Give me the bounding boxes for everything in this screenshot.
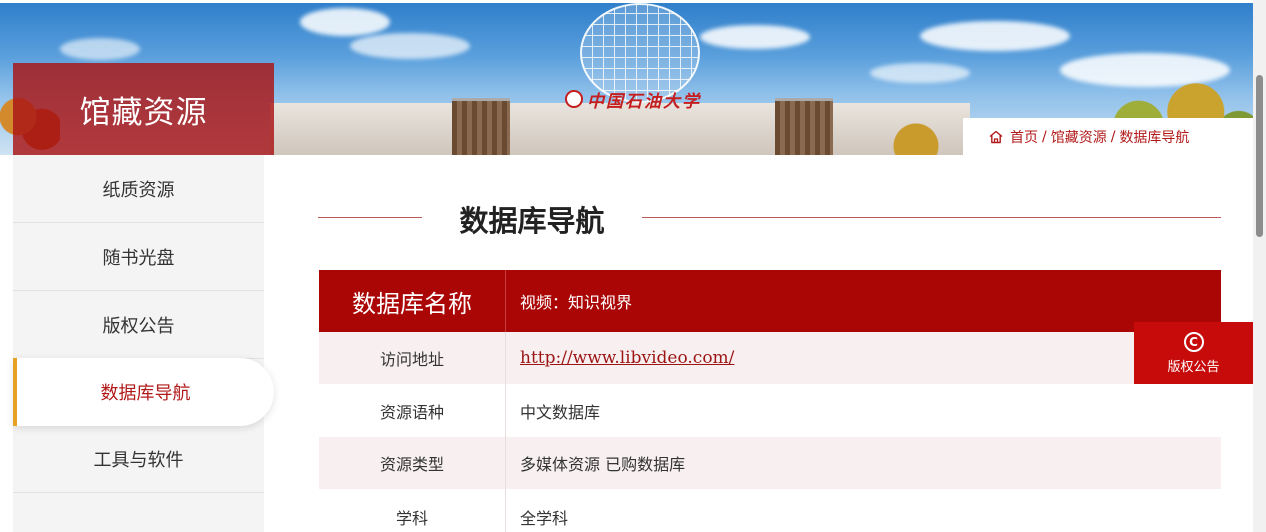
cloud-decoration <box>60 38 140 60</box>
resource-language-label: 资源语种 <box>319 384 506 437</box>
scrollbar-thumb[interactable] <box>1256 75 1263 237</box>
table-row: 访问地址 http://www.libvideo.com/ <box>319 332 1221 384</box>
sidebar-item-tools-software[interactable]: 工具与软件 <box>13 425 264 493</box>
sidebar-item-copyright-notice[interactable]: 版权公告 <box>13 291 264 359</box>
copyright-notice-button[interactable]: C 版权公告 <box>1134 322 1253 384</box>
building-tower-image <box>452 98 510 155</box>
sidebar-item-cd-with-books[interactable]: 随书光盘 <box>13 223 264 291</box>
breadcrumb: 首页 / 馆藏资源 / 数据库导航 <box>963 118 1253 155</box>
section-title: 馆藏资源 <box>79 94 208 131</box>
breadcrumb-collection-link[interactable]: 馆藏资源 <box>1051 127 1107 147</box>
cloud-decoration <box>870 63 970 83</box>
access-url-label: 访问地址 <box>319 332 506 384</box>
university-sign-text: 中国石油大学 <box>587 91 701 112</box>
table-header-row: 数据库名称 视频：知识视界 <box>319 270 1221 332</box>
resource-language-value: 中文数据库 <box>520 402 601 422</box>
cloud-decoration <box>700 25 810 49</box>
cloud-decoration <box>300 8 390 36</box>
subject-label: 学科 <box>319 489 506 532</box>
page-title: 数据库导航 <box>459 204 605 238</box>
table-row: 学科 全学科 <box>319 489 1221 532</box>
copyright-icon: C <box>1183 331 1204 352</box>
trees-decoration <box>880 118 970 155</box>
access-url-link[interactable]: http://www.libvideo.com/ <box>520 348 734 368</box>
database-name-value: 视频：知识视界 <box>520 293 633 312</box>
database-info-table: 数据库名称 视频：知识视界 访问地址 http://www.libvideo.c… <box>319 270 1221 532</box>
access-url-cell: http://www.libvideo.com/ <box>506 332 1221 384</box>
sidebar-nav: 纸质资源 随书光盘 版权公告 数据库导航 工具与软件 <box>13 155 274 532</box>
resource-type-value: 多媒体资源 已购数据库 <box>520 455 686 474</box>
resource-type-label: 资源类型 <box>319 437 506 489</box>
breadcrumb-current: 数据库导航 <box>1119 129 1190 146</box>
building-tower-image <box>775 98 833 155</box>
home-icon <box>989 130 1003 143</box>
sidebar-item-database-navigation[interactable]: 数据库导航 <box>13 358 274 426</box>
section-title-panel: 馆藏资源 <box>13 63 274 155</box>
breadcrumb-home-link[interactable]: 首页 <box>1010 127 1038 147</box>
table-row: 资源语种 中文数据库 <box>319 384 1221 437</box>
database-name-label: 数据库名称 <box>319 270 506 332</box>
university-emblem-icon <box>565 90 583 108</box>
breadcrumb-separator: / <box>1042 128 1047 145</box>
cloud-decoration <box>350 33 470 59</box>
heading-divider-left <box>318 217 422 218</box>
page-scrollbar[interactable] <box>1253 0 1266 532</box>
table-row: 资源类型 多媒体资源 已购数据库 <box>319 437 1221 489</box>
subject-value: 全学科 <box>520 508 569 528</box>
university-sign: 中国石油大学 <box>565 87 715 112</box>
sidebar-item-paper-resources[interactable]: 纸质资源 <box>13 155 264 223</box>
cloud-decoration <box>920 21 1070 51</box>
heading-divider-right <box>642 217 1221 218</box>
cloud-decoration <box>1060 53 1230 87</box>
copyright-notice-label: 版权公告 <box>1167 359 1220 375</box>
breadcrumb-separator: / <box>1110 128 1116 145</box>
